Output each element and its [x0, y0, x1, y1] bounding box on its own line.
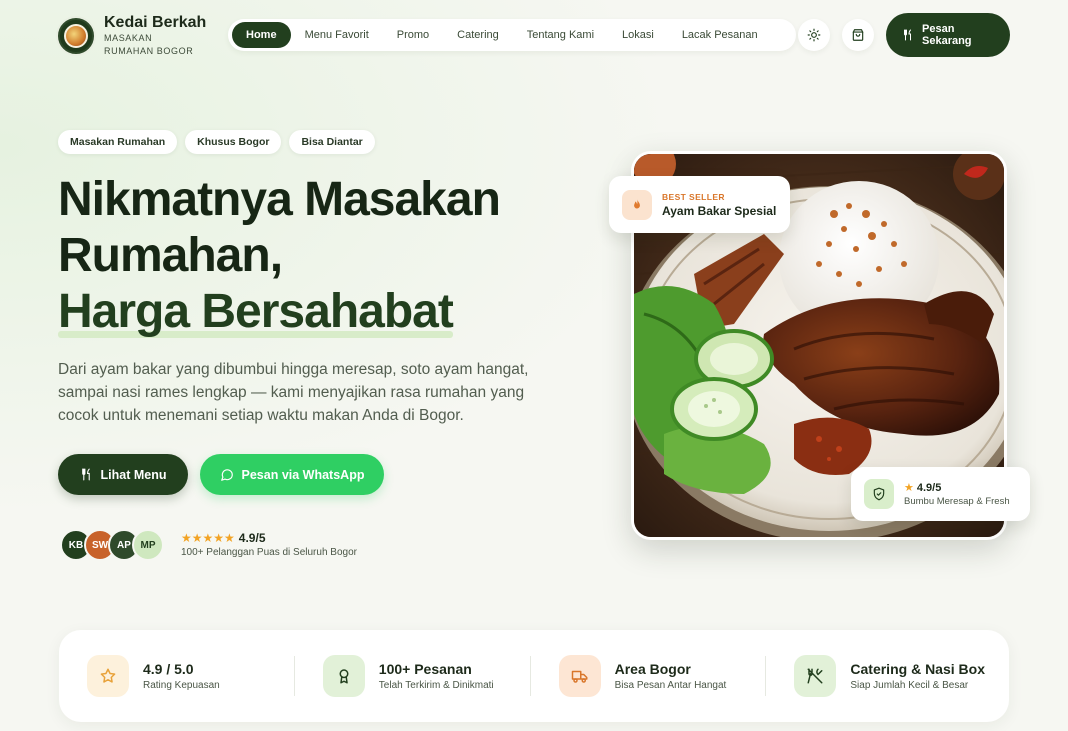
hero-headline: Nikmatnya Masakan Rumahan, Harga Bersaha… [58, 172, 578, 340]
star-icon [87, 655, 129, 697]
chip-bisa-diantar: Bisa Diantar [289, 130, 375, 154]
hero-chips: Masakan Rumahan Khusus Bogor Bisa Dianta… [58, 130, 375, 154]
rating-score: 4.9/5 [238, 531, 266, 545]
freshness-rating-badge: ★ 4.9/5 Bumbu Meresap & Fresh [851, 467, 1030, 521]
headline-accent: Harga Bersahabat [58, 285, 454, 338]
order-now-button[interactable]: Pesan Sekarang [886, 13, 1010, 57]
utensils-icon [904, 29, 911, 41]
rating-caption: 100+ Pelanggan Puas di Seluruh Bogor [181, 547, 357, 558]
chat-bubble-icon [220, 468, 233, 481]
best-seller-title: Ayam Bakar Spesial [662, 203, 777, 218]
stat-title: 4.9 / 5.0 [143, 661, 194, 677]
award-icon [322, 655, 365, 697]
stat-title: 100+ Pesanan [378, 661, 472, 677]
nav-item-lokasi[interactable]: Lokasi [608, 22, 668, 48]
customer-rating: ★★★★★ 4.9/5 100+ Pelanggan Puas di Selur… [181, 531, 357, 558]
stat-subtitle: Bisa Pesan Antar Hangat [614, 680, 727, 691]
brand-tagline: MASAKAN RUMAHAN BOGOR [104, 33, 194, 56]
theme-toggle-button[interactable] [798, 19, 830, 51]
star-icon: ★ [904, 482, 914, 494]
stat-subtitle: Rating Kepuasan [143, 680, 220, 691]
nav-item-tentang-kami[interactable]: Tentang Kami [513, 22, 608, 48]
hero-description: Dari ayam bakar yang dibumbui hingga mer… [58, 361, 529, 424]
brand-logo-link[interactable]: Kedai Berkah MASAKAN RUMAHAN BOGOR [58, 14, 206, 58]
nav-item-menu-favorit[interactable]: Menu Favorit [291, 22, 383, 48]
stat-item: Catering & Nasi Box Siap Jumlah Kecil & … [790, 655, 985, 697]
flame-icon [622, 189, 652, 220]
nav-item-catering[interactable]: Catering [443, 22, 513, 48]
avatar: MP [132, 529, 164, 561]
best-seller-kicker: BEST SELLER [662, 191, 725, 202]
divider [529, 656, 531, 696]
stat-title: Area Bogor [614, 661, 691, 677]
stat-title: Catering & Nasi Box [850, 661, 985, 677]
customer-avatars: KB SW AP MP [60, 529, 164, 561]
nav-item-home[interactable]: Home [232, 22, 291, 48]
stat-subtitle: Siap Jumlah Kecil & Besar [850, 680, 969, 691]
nav-item-lacak-pesanan[interactable]: Lacak Pesanan [668, 22, 772, 48]
shopping-bag-icon [852, 29, 864, 41]
brand-name: Kedai Berkah [104, 14, 207, 31]
cart-button[interactable] [842, 19, 874, 51]
view-menu-button[interactable]: Lihat Menu [58, 454, 188, 495]
stat-subtitle: Telah Terkirim & Dinikmati [378, 680, 494, 691]
order-now-label: Pesan Sekarang [922, 23, 972, 47]
whatsapp-order-label: Pesan via WhatsApp [241, 467, 365, 482]
divider [293, 656, 295, 696]
chip-masakan-rumahan: Masakan Rumahan [58, 130, 178, 154]
freshness-rating-caption: Bumbu Meresap & Fresh [904, 496, 1010, 507]
star-rating-icon: ★★★★★ [181, 531, 235, 545]
stats-bar: 4.9 / 5.0 Rating Kepuasan 100+ Pesanan T… [59, 630, 1009, 722]
logo-icon [58, 18, 94, 54]
view-menu-label: Lihat Menu [100, 467, 167, 482]
best-seller-badge: BEST SELLER Ayam Bakar Spesial [609, 176, 790, 233]
utensils-crossed-icon [794, 655, 837, 697]
utensils-icon [81, 468, 90, 481]
divider [765, 656, 767, 696]
headline-line-2: Rumahan, [58, 229, 283, 282]
whatsapp-order-button[interactable]: Pesan via WhatsApp [200, 454, 384, 495]
stat-item: Area Bogor Bisa Pesan Antar Hangat [555, 655, 742, 697]
stat-item: 100+ Pesanan Telah Terkirim & Dinikmati [319, 655, 506, 697]
shield-check-icon [864, 479, 894, 509]
freshness-rating-score: 4.9/5 [916, 481, 942, 494]
main-nav: Home Menu Favorit Promo Catering Tentang… [228, 19, 796, 51]
nav-item-promo[interactable]: Promo [383, 22, 443, 48]
chip-khusus-bogor: Khusus Bogor [185, 130, 282, 154]
truck-icon [558, 655, 601, 697]
sun-icon [807, 28, 821, 42]
stat-item: 4.9 / 5.0 Rating Kepuasan [83, 655, 270, 697]
headline-line-1: Nikmatnya Masakan [58, 173, 501, 226]
